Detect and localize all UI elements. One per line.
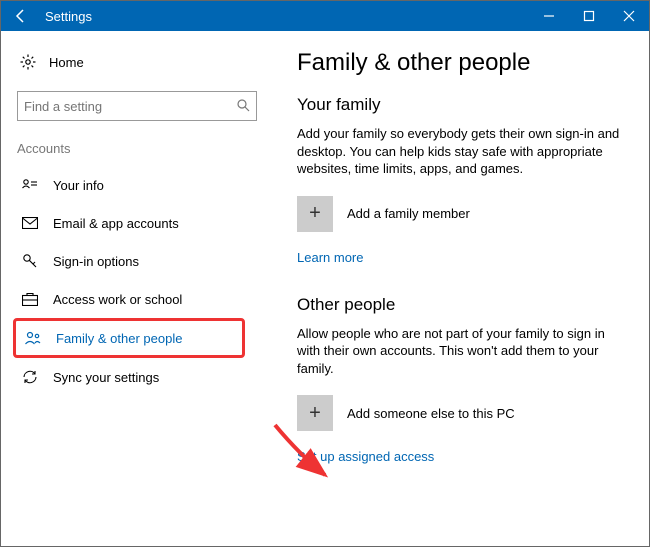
sidebar-item-label: Access work or school <box>41 292 182 307</box>
plus-icon: + <box>297 395 333 431</box>
assigned-access-link[interactable]: Set up assigned access <box>297 449 434 464</box>
back-button[interactable] <box>1 1 41 31</box>
sidebar-item-email[interactable]: Email & app accounts <box>17 204 261 242</box>
other-people-heading: Other people <box>297 295 625 315</box>
close-button[interactable] <box>609 1 649 31</box>
sidebar: Home Accounts Your info Email & app acco… <box>1 31 261 546</box>
add-other-user-button[interactable]: + Add someone else to this PC <box>297 395 625 431</box>
your-family-description: Add your family so everybody gets their … <box>297 125 625 178</box>
window-title: Settings <box>41 9 529 24</box>
mail-icon <box>19 217 41 229</box>
sidebar-item-signin[interactable]: Sign-in options <box>17 242 261 280</box>
add-other-label: Add someone else to this PC <box>347 406 515 421</box>
people-icon <box>22 331 44 345</box>
add-family-member-button[interactable]: + Add a family member <box>297 196 625 232</box>
sidebar-item-label: Sync your settings <box>41 370 159 385</box>
other-people-description: Allow people who are not part of your fa… <box>297 325 625 378</box>
briefcase-icon <box>19 292 41 306</box>
minimize-button[interactable] <box>529 1 569 31</box>
close-icon <box>623 10 635 22</box>
sidebar-item-sync[interactable]: Sync your settings <box>17 358 261 396</box>
search-box[interactable] <box>17 91 257 121</box>
minimize-icon <box>543 10 555 22</box>
maximize-button[interactable] <box>569 1 609 31</box>
sidebar-item-label: Your info <box>41 178 104 193</box>
add-family-label: Add a family member <box>347 206 470 221</box>
gear-icon <box>17 54 39 70</box>
sidebar-item-family[interactable]: Family & other people <box>13 318 245 358</box>
arrow-left-icon <box>13 8 29 24</box>
sidebar-item-work[interactable]: Access work or school <box>17 280 261 318</box>
key-icon <box>19 253 41 269</box>
search-input[interactable] <box>24 99 236 114</box>
titlebar: Settings <box>1 1 649 31</box>
sidebar-item-label: Sign-in options <box>41 254 139 269</box>
sidebar-section-label: Accounts <box>17 141 261 156</box>
sidebar-item-label: Email & app accounts <box>41 216 179 231</box>
your-family-heading: Your family <box>297 95 625 115</box>
search-icon <box>236 98 250 115</box>
learn-more-link[interactable]: Learn more <box>297 250 363 265</box>
home-nav[interactable]: Home <box>17 47 261 77</box>
sync-icon <box>19 369 41 385</box>
maximize-icon <box>583 10 595 22</box>
plus-icon: + <box>297 196 333 232</box>
sidebar-item-label: Family & other people <box>44 331 182 346</box>
sidebar-item-your-info[interactable]: Your info <box>17 166 261 204</box>
page-title: Family & other people <box>297 49 625 77</box>
person-card-icon <box>19 178 41 192</box>
home-label: Home <box>39 55 84 70</box>
main-panel: Family & other people Your family Add yo… <box>261 31 649 546</box>
